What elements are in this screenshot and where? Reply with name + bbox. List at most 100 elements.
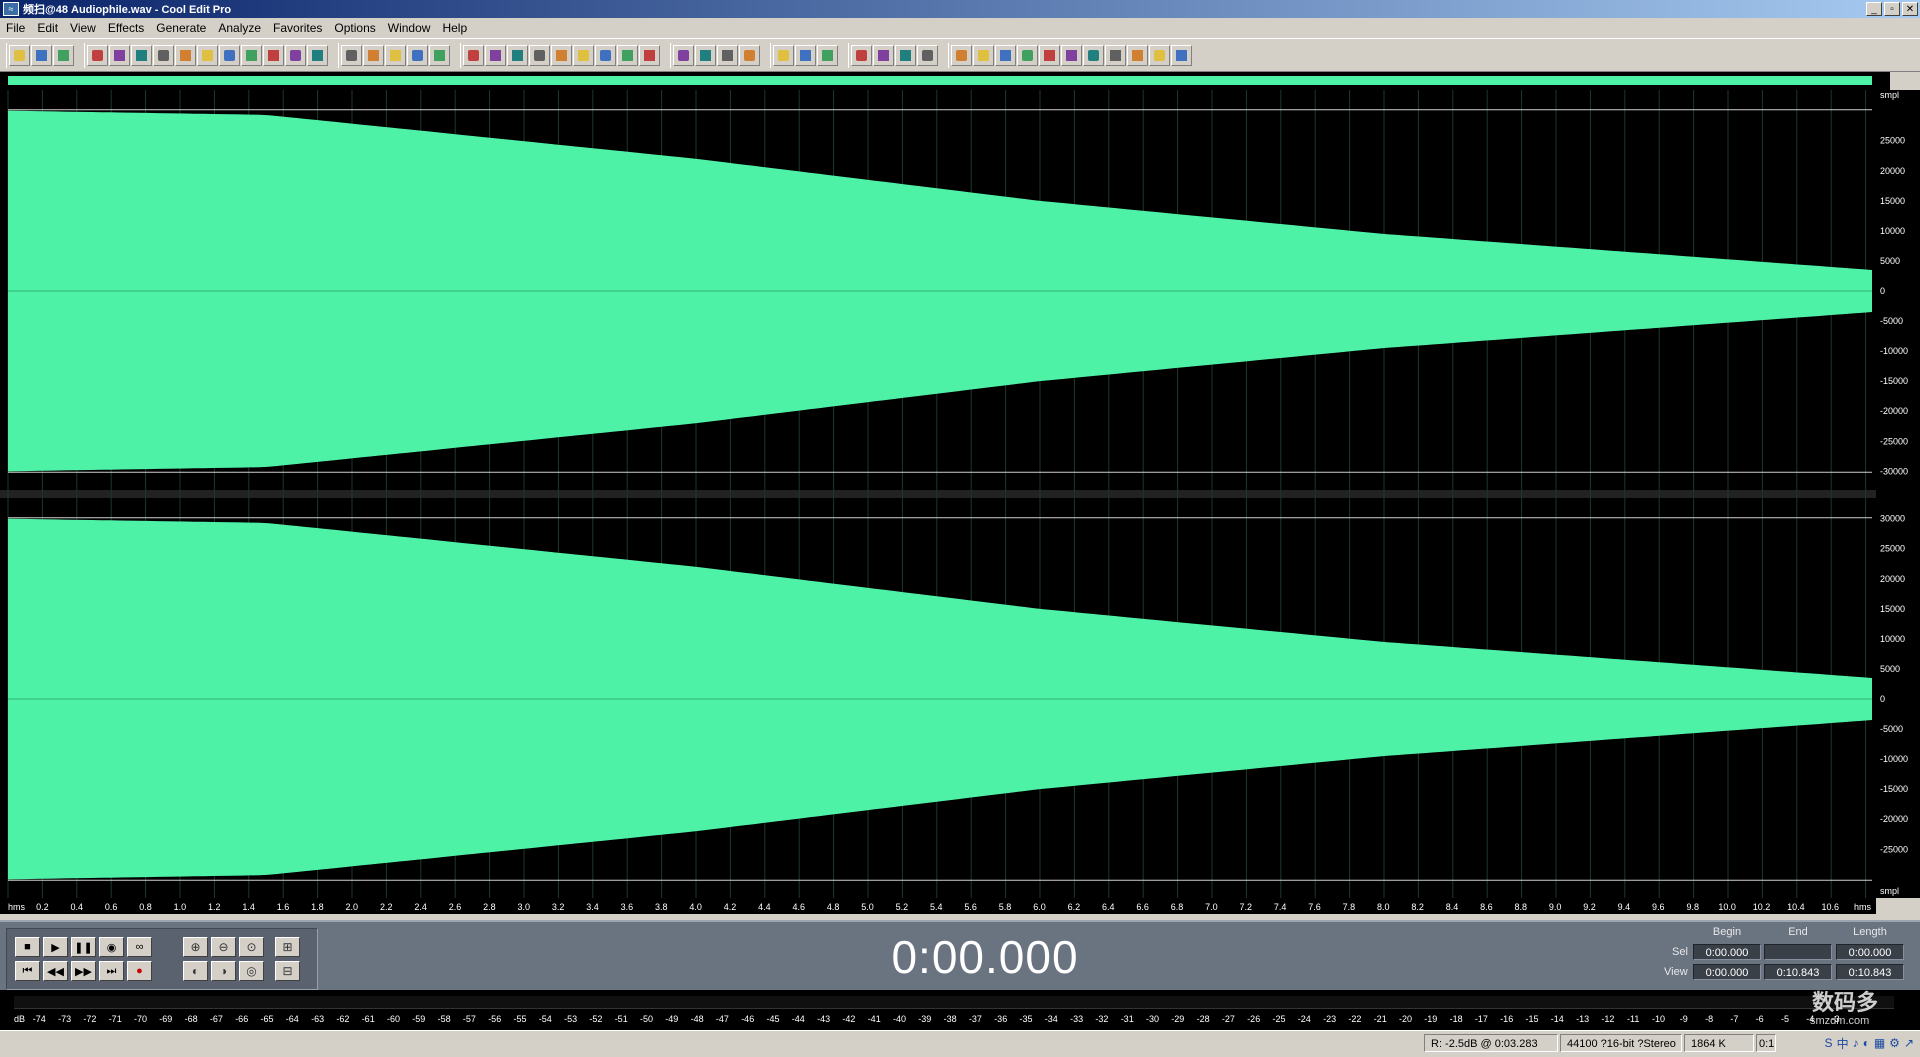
toolbar-button[interactable]	[341, 44, 362, 66]
play-to-end-button[interactable]: ◉	[99, 937, 124, 957]
toolbar-button[interactable]	[817, 44, 838, 66]
toolbar-button[interactable]	[851, 44, 872, 66]
toolbar-button[interactable]	[639, 44, 660, 66]
toolbar-button[interactable]	[1061, 44, 1082, 66]
zoom-selection-button[interactable]: ◎	[239, 961, 264, 981]
rewind-button[interactable]: ◀◀	[43, 961, 68, 981]
menu-edit[interactable]: Edit	[31, 21, 64, 35]
toolbar-button[interactable]	[385, 44, 406, 66]
play-button[interactable]: ▶	[43, 937, 68, 957]
view-end-field[interactable]: 0:10.843	[1764, 964, 1832, 980]
zoom-to-right-button[interactable]: ◑	[211, 961, 236, 981]
toolbar-button[interactable]	[951, 44, 972, 66]
toolbar-button[interactable]	[219, 44, 240, 66]
toolbar-button[interactable]	[595, 44, 616, 66]
close-button[interactable]: ✕	[1902, 2, 1918, 16]
zoom-out-vertical-button[interactable]: ⊟	[275, 961, 300, 981]
toolbar-button[interactable]	[1083, 44, 1104, 66]
toolbar-button[interactable]	[197, 44, 218, 66]
menu-view[interactable]: View	[64, 21, 102, 35]
toolbar-button[interactable]	[31, 44, 52, 66]
tray-icon[interactable]: S	[1825, 1036, 1833, 1050]
go-to-start-button[interactable]: ⏮	[15, 961, 40, 981]
sel-begin-field[interactable]: 0:00.000	[1693, 944, 1761, 960]
pause-button[interactable]: ❚❚	[71, 937, 96, 957]
toolbar-button[interactable]	[573, 44, 594, 66]
toolbar-button[interactable]	[241, 44, 262, 66]
toolbar-button[interactable]	[773, 44, 794, 66]
toolbar-button[interactable]	[463, 44, 484, 66]
toolbar-button[interactable]	[9, 44, 30, 66]
menu-file[interactable]: File	[0, 21, 31, 35]
maximize-button[interactable]: ▫	[1884, 2, 1900, 16]
loop-button[interactable]: ∞	[127, 937, 152, 957]
toolbar-button[interactable]	[739, 44, 760, 66]
toolbar-button[interactable]	[873, 44, 894, 66]
view-begin-field[interactable]: 0:00.000	[1693, 964, 1761, 980]
toolbar-button[interactable]	[1149, 44, 1170, 66]
toolbar-button[interactable]	[175, 44, 196, 66]
tray-icon[interactable]: ▦	[1874, 1036, 1885, 1050]
toolbar-button[interactable]	[895, 44, 916, 66]
toolbar-button[interactable]	[109, 44, 130, 66]
toolbar-button[interactable]	[507, 44, 528, 66]
tray-icon[interactable]: ⚙	[1889, 1036, 1900, 1050]
fast-forward-button[interactable]: ▶▶	[71, 961, 96, 981]
toolbar-button[interactable]	[673, 44, 694, 66]
toolbar-button[interactable]	[1017, 44, 1038, 66]
waveform-svg[interactable]	[0, 90, 1876, 898]
waveform-display[interactable]	[0, 90, 1876, 898]
time-ruler[interactable]: hms hms 0.2 0.4 0.6 0.8 1.0 1.2 1.4 1.6 1.8 2.0 2.2 2…	[0, 898, 1876, 914]
toolbar-button[interactable]	[131, 44, 152, 66]
zoom-to-left-button[interactable]: ◐	[183, 961, 208, 981]
toolbar-button[interactable]	[87, 44, 108, 66]
toolbar-button[interactable]	[617, 44, 638, 66]
toolbar-button[interactable]	[307, 44, 328, 66]
view-length-field[interactable]: 0:10.843	[1836, 964, 1904, 980]
menu-effects[interactable]: Effects	[102, 21, 150, 35]
toolbar-button[interactable]	[429, 44, 450, 66]
toolbar-button[interactable]	[529, 44, 550, 66]
toolbar-button[interactable]	[1039, 44, 1060, 66]
toolbar-button[interactable]	[485, 44, 506, 66]
tray-icon[interactable]: 中	[1837, 1035, 1849, 1052]
menu-favorites[interactable]: Favorites	[267, 21, 328, 35]
go-to-end-button[interactable]: ⏭	[99, 961, 124, 981]
stop-button[interactable]: ■	[15, 937, 40, 957]
zoom-in-vertical-button[interactable]: ⊞	[275, 937, 300, 957]
tray-icon[interactable]: ◐	[1863, 1036, 1870, 1050]
overview-visible-range[interactable]	[8, 76, 1872, 85]
toolbar-button[interactable]	[285, 44, 306, 66]
toolbar-button[interactable]	[995, 44, 1016, 66]
overview-range-bar[interactable]	[0, 72, 1890, 90]
menu-window[interactable]: Window	[382, 21, 437, 35]
toolbar-button[interactable]	[795, 44, 816, 66]
toolbar-button[interactable]	[1105, 44, 1126, 66]
toolbar-button[interactable]	[1127, 44, 1148, 66]
zoom-in-horizontal-button[interactable]: ⊕	[183, 937, 208, 957]
toolbar-button[interactable]	[551, 44, 572, 66]
toolbar-button[interactable]	[263, 44, 284, 66]
toolbar-button[interactable]	[407, 44, 428, 66]
zoom-out-horizontal-button[interactable]: ⊖	[211, 937, 236, 957]
toolbar-button[interactable]	[695, 44, 716, 66]
zoom-full-button[interactable]: ⊙	[239, 937, 264, 957]
record-button[interactable]: ●	[127, 961, 152, 981]
menu-generate[interactable]: Generate	[150, 21, 212, 35]
menu-analyze[interactable]: Analyze	[212, 21, 267, 35]
toolbar-button[interactable]	[363, 44, 384, 66]
app-icon[interactable]: ≈	[3, 2, 19, 16]
tray-icon[interactable]: ↗	[1904, 1036, 1914, 1050]
toolbar-button[interactable]	[973, 44, 994, 66]
sel-length-field[interactable]: 0:00.000	[1836, 944, 1904, 960]
tray-icon[interactable]: ♪	[1853, 1036, 1859, 1050]
toolbar-button[interactable]	[917, 44, 938, 66]
toolbar-button[interactable]	[717, 44, 738, 66]
toolbar-button[interactable]	[153, 44, 174, 66]
menu-options[interactable]: Options	[328, 21, 381, 35]
menu-help[interactable]: Help	[436, 21, 473, 35]
sel-end-field[interactable]	[1764, 944, 1832, 960]
toolbar-button[interactable]	[53, 44, 74, 66]
minimize-button[interactable]: _	[1866, 2, 1882, 16]
toolbar-button[interactable]	[1171, 44, 1192, 66]
